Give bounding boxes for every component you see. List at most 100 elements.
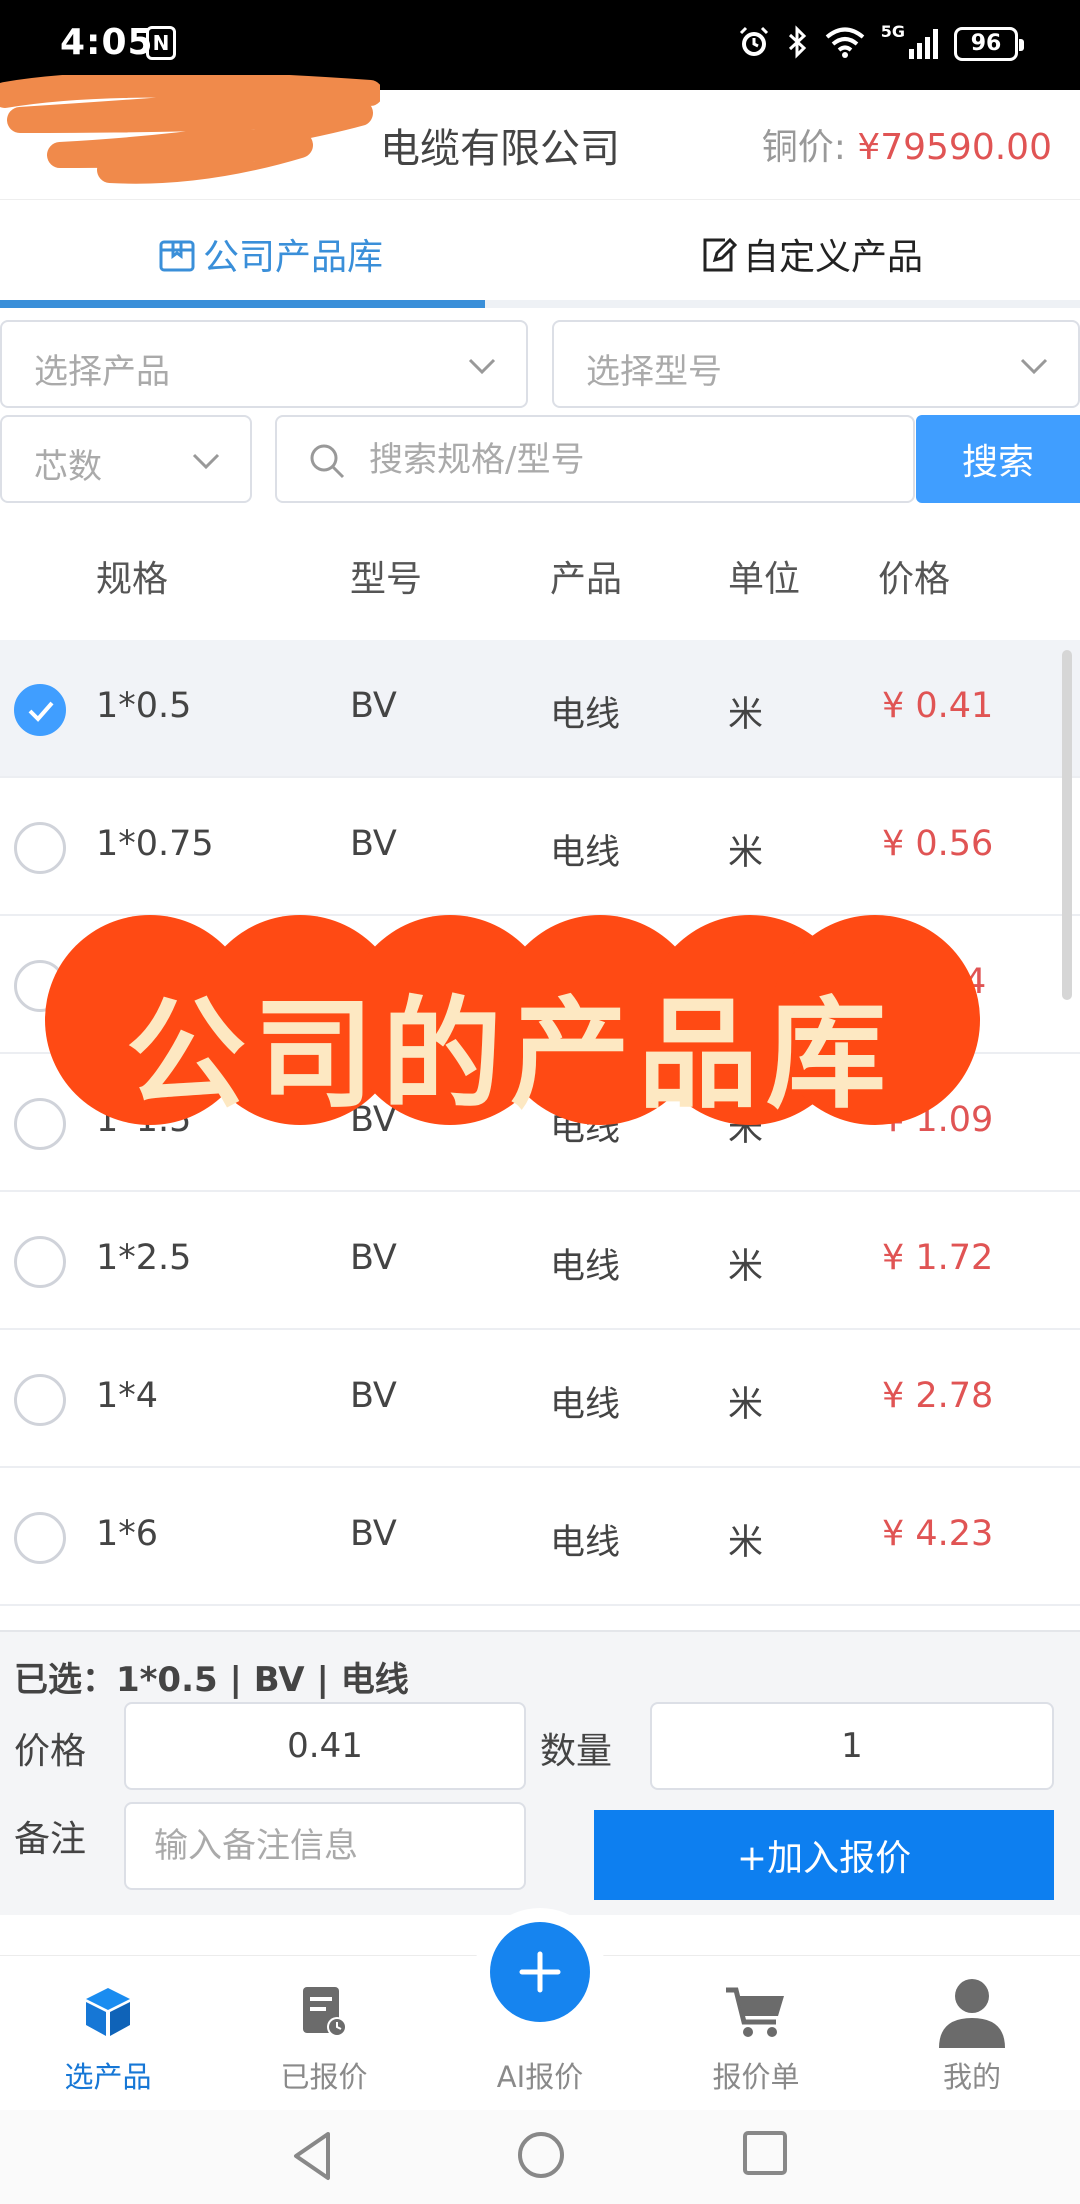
status-icons: 5G 96 [737, 22, 1024, 66]
cell-price: ¥ 1.72 [882, 1238, 994, 1278]
product-select[interactable]: 选择产品 [0, 320, 528, 408]
nav-quoted[interactable]: 已报价 [216, 1976, 432, 2096]
nav-mine[interactable]: 我的 [864, 1976, 1080, 2096]
recents-icon[interactable] [742, 2130, 788, 2176]
note-label: 备注 [14, 1819, 87, 1860]
cell-product: 电线 [550, 695, 621, 735]
box-icon [157, 234, 197, 274]
cart-icon [648, 1976, 864, 2048]
nav-label: 我的 [942, 2060, 1001, 2094]
quantity-label: 数量 [540, 1731, 613, 1772]
cell-spec: 1*0.5 [96, 686, 192, 726]
selected-summary: 已选：1*0.5 | BV | 电线 [14, 1660, 409, 1700]
system-navigation-bar [0, 2110, 1080, 2204]
ai-quote-fab[interactable] [490, 1922, 590, 2022]
column-header-spec: 规格 [96, 559, 169, 600]
cell-unit: 米 [728, 833, 764, 873]
table-row[interactable]: 1*4 BV 电线 米 ¥ 2.78 [0, 1330, 1080, 1468]
quote-document-icon [216, 1976, 432, 2048]
wifi-icon [825, 26, 865, 62]
table-row[interactable]: 1*0.5 BV 电线 米 ¥ 0.41 [0, 640, 1080, 778]
nfc-icon: N [146, 26, 176, 60]
cube-icon [0, 1976, 216, 2048]
edit-icon [697, 234, 737, 274]
nav-label: 已报价 [280, 2060, 368, 2094]
cell-price: ¥ 2.78 [882, 1376, 994, 1416]
overlay-banner: 公司的产品库 [40, 915, 980, 1125]
search-box [275, 415, 915, 503]
cell-spec: 1*0.75 [96, 824, 214, 864]
alarm-icon [737, 25, 771, 63]
cell-price: ¥ 4.23 [882, 1514, 994, 1554]
price-label: 价格 [14, 1731, 87, 1772]
table-row[interactable]: 1*0.75 BV 电线 米 ¥ 0.56 [0, 778, 1080, 916]
model-select-placeholder: 选择型号 [586, 352, 722, 392]
company-name: 电缆有限公司 [380, 126, 620, 172]
network-type: 5G [880, 22, 905, 41]
cell-model: BV [350, 1514, 397, 1554]
price-field[interactable] [124, 1702, 526, 1790]
row-radio[interactable] [14, 1512, 66, 1564]
copper-price-label: 铜价: [761, 127, 858, 168]
table-row[interactable]: 1*6 BV 电线 米 ¥ 4.23 [0, 1468, 1080, 1606]
home-icon[interactable] [516, 2130, 566, 2180]
cores-select[interactable]: 芯数 [0, 415, 252, 503]
quantity-field[interactable] [650, 1702, 1054, 1790]
product-select-placeholder: 选择产品 [34, 352, 170, 392]
back-icon[interactable] [290, 2130, 334, 2182]
redaction-scribble [0, 75, 380, 184]
table-scrollbar[interactable] [1062, 650, 1072, 1000]
model-select[interactable]: 选择型号 [552, 320, 1080, 408]
tab-custom-products-label: 自定义产品 [742, 237, 923, 278]
cell-model: BV [350, 1376, 397, 1416]
active-tab-indicator [0, 300, 485, 308]
column-header-model: 型号 [350, 559, 423, 600]
cell-product: 电线 [550, 833, 621, 873]
cell-unit: 米 [728, 695, 764, 735]
row-radio[interactable] [14, 822, 66, 874]
nav-select-product[interactable]: 选产品 [0, 1976, 216, 2096]
battery-icon: 96 [954, 27, 1024, 61]
cell-spec: 1*2.5 [96, 1238, 192, 1278]
copper-price-value: ¥79590.00 [857, 127, 1052, 168]
tab-company-products[interactable]: 公司产品库 [0, 200, 540, 308]
nav-quote-list[interactable]: 报价单 [648, 1976, 864, 2096]
cell-product: 电线 [550, 1523, 621, 1563]
cores-select-placeholder: 芯数 [34, 447, 102, 487]
cell-model: BV [350, 686, 397, 726]
chevron-down-icon [468, 358, 496, 375]
cell-spec: 1*6 [96, 1514, 159, 1554]
table-row[interactable]: 1*2.5 BV 电线 米 ¥ 1.72 [0, 1192, 1080, 1330]
nav-label: 选产品 [64, 2060, 152, 2094]
cell-model: BV [350, 824, 397, 864]
copper-price: 铜价: ¥79590.00 [762, 118, 1052, 170]
search-input[interactable] [369, 437, 889, 483]
column-header-product: 产品 [550, 559, 623, 600]
column-header-unit: 单位 [728, 559, 801, 600]
banner-text: 公司的产品库 [126, 986, 894, 1125]
row-radio-checked[interactable] [14, 684, 66, 736]
product-source-tabs: 公司产品库 自定义产品 [0, 200, 1080, 308]
cell-model: BV [350, 1238, 397, 1278]
plus-icon [519, 1951, 561, 1993]
bluetooth-icon [787, 25, 809, 63]
cell-spec: 1*4 [96, 1376, 159, 1416]
nav-label: AI报价 [496, 2060, 584, 2094]
cell-price: ¥ 0.41 [882, 686, 994, 726]
note-input[interactable] [124, 1802, 526, 1890]
chevron-down-icon [192, 453, 220, 470]
search-button[interactable]: 搜索 [916, 415, 1080, 503]
search-icon [310, 444, 345, 479]
cell-unit: 米 [728, 1523, 764, 1563]
add-to-quote-button[interactable]: +加入报价 [594, 1810, 1054, 1900]
row-radio[interactable] [14, 1236, 66, 1288]
column-header-price: 价格 [878, 559, 951, 600]
cell-unit: 米 [728, 1247, 764, 1287]
tab-custom-products[interactable]: 自定义产品 [540, 200, 1080, 308]
cell-price: ¥ 0.56 [882, 824, 994, 864]
nav-label: 报价单 [712, 2060, 800, 2094]
chevron-down-icon [1020, 358, 1048, 375]
signal-icon [909, 29, 938, 59]
row-radio[interactable] [14, 1374, 66, 1426]
status-time: 4:05 [60, 22, 154, 63]
